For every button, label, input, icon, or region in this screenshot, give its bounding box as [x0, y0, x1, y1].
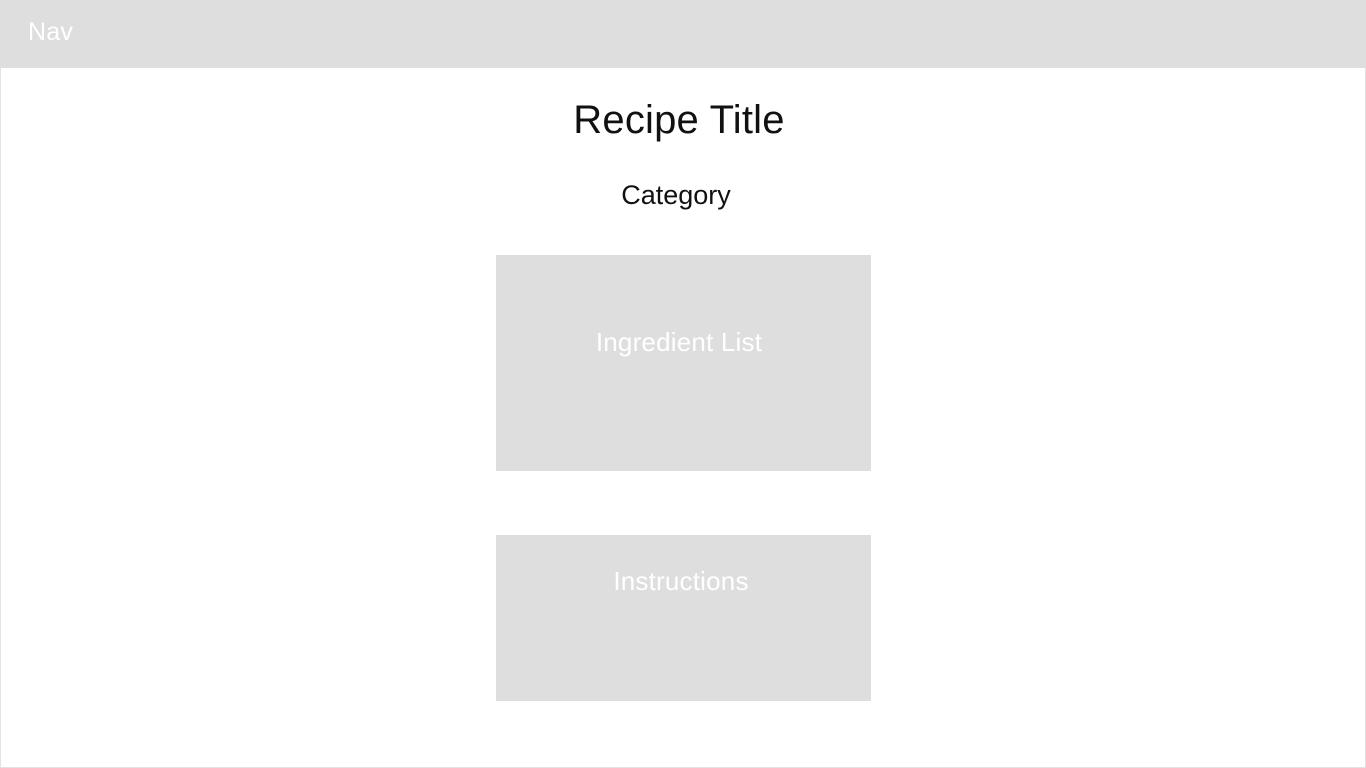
- nav-label[interactable]: Nav: [28, 16, 73, 48]
- nav-bar[interactable]: Nav: [0, 0, 1366, 68]
- recipe-title: Recipe Title: [573, 98, 785, 142]
- ingredient-list-label: Ingredient List: [595, 327, 763, 357]
- ingredient-list-panel: Ingredient List: [496, 255, 871, 471]
- instructions-label: Instructions: [613, 566, 749, 596]
- instructions-panel: Instructions: [496, 535, 871, 701]
- recipe-category: Category: [621, 180, 731, 210]
